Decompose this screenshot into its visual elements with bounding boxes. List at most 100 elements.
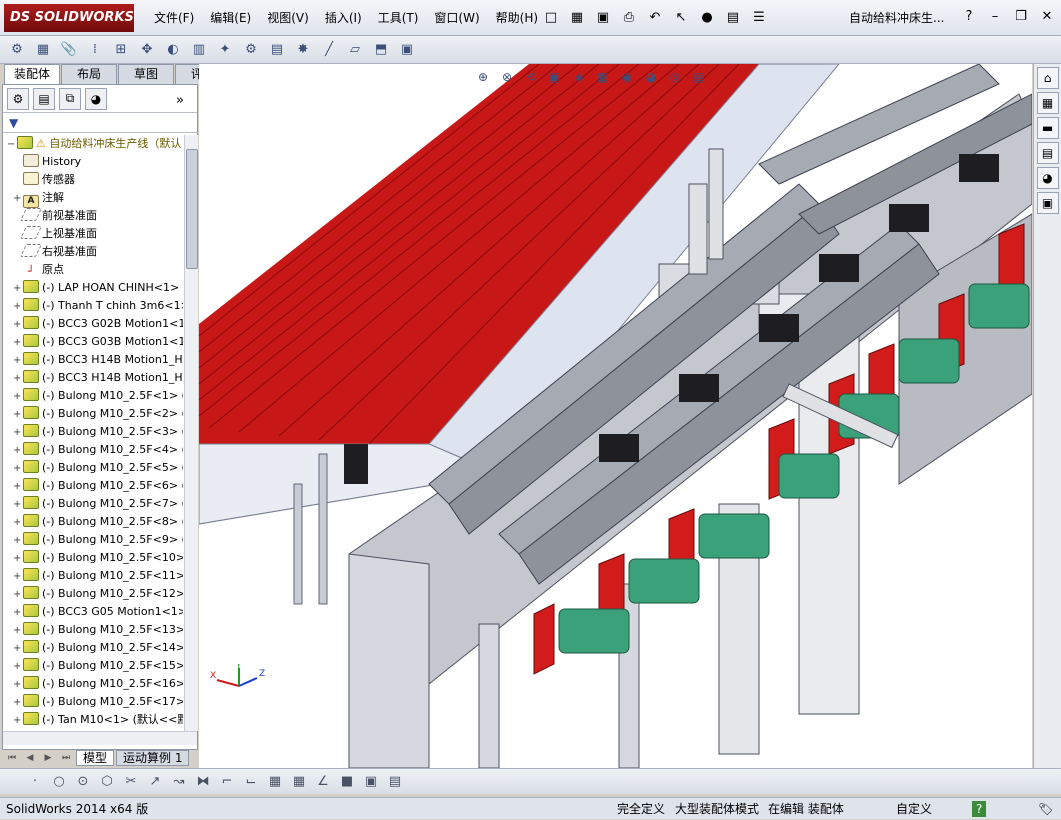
- tree-item[interactable]: ┘ 原点: [3, 261, 183, 279]
- exploded-view-icon[interactable]: ✸: [292, 39, 314, 61]
- expand-icon[interactable]: +: [13, 694, 23, 712]
- menu-help[interactable]: 帮助(H): [488, 0, 546, 36]
- expand-icon[interactable]: +: [13, 550, 23, 568]
- expand-icon[interactable]: +: [13, 532, 23, 550]
- tree-item[interactable]: + (-) BCC3 G02B Motion1<1> (: [3, 315, 183, 333]
- mate-icon[interactable]: 📎: [58, 39, 80, 61]
- explode-line-sketch-icon[interactable]: ╱: [318, 39, 340, 61]
- menu-window[interactable]: 窗口(W): [426, 0, 487, 36]
- fillet-icon[interactable]: ⌐: [218, 773, 236, 791]
- linear-pattern-icon[interactable]: ⁞: [84, 39, 106, 61]
- tab-assembly[interactable]: 装配体: [4, 64, 60, 84]
- tree-item[interactable]: + (-) Thanh T chinh 3m6<1> (默: [3, 297, 183, 315]
- cube-view-icon[interactable]: ■: [338, 773, 356, 791]
- first-tab-icon[interactable]: ⏮: [4, 751, 20, 765]
- configuration-manager-icon[interactable]: ⧉: [59, 87, 81, 110]
- display-style-icon[interactable]: ▦: [594, 68, 612, 86]
- table-icon[interactable]: ▤: [386, 773, 404, 791]
- feature-tree-icon[interactable]: ⚙: [7, 87, 29, 110]
- expand-icon[interactable]: +: [13, 658, 23, 676]
- tree-item[interactable]: + (-) Bulong M10_2.5F<6> (默: [3, 477, 183, 495]
- tree-item[interactable]: + (-) Bulong M10_2.5F<17> (默: [3, 693, 183, 711]
- mirror-icon[interactable]: ⧓: [194, 773, 212, 791]
- tree-vertical-scrollbar[interactable]: [184, 135, 198, 731]
- view-orientation-icon[interactable]: ◈: [570, 68, 588, 86]
- file-explorer-icon[interactable]: ▬: [1036, 117, 1059, 139]
- graphics-viewport[interactable]: ⊕ ⊗ ⟲ ▣ ◈ ▦ ◉ ◕ ◎ ▤ X Y Z: [199, 64, 1032, 768]
- tree-item[interactable]: + (-) LAP HOAN CHINH<1> (默: [3, 279, 183, 297]
- apply-scene-icon[interactable]: ◎: [666, 68, 684, 86]
- undo-icon[interactable]: ↶: [644, 6, 666, 28]
- select-pointer-icon[interactable]: ↖: [670, 6, 692, 28]
- appearances-icon[interactable]: ◕: [1036, 167, 1059, 189]
- tree-item[interactable]: + (-) Bulong M10_2.5F<10> (默: [3, 549, 183, 567]
- expand-icon[interactable]: +: [13, 496, 23, 514]
- polygon-icon[interactable]: ⬡: [98, 773, 116, 791]
- tab-layout[interactable]: 布局: [61, 64, 117, 84]
- expand-icon[interactable]: +: [13, 460, 23, 478]
- zoom-to-fit-icon[interactable]: ⊕: [474, 68, 492, 86]
- tree-item[interactable]: + (-) Bulong M10_2.5F<15> (默: [3, 657, 183, 675]
- filter-icon[interactable]: ▼: [9, 116, 18, 130]
- tree-item[interactable]: + (-) Bulong M10_2.5F<13> (默: [3, 621, 183, 639]
- insert-components-icon[interactable]: ▦: [32, 39, 54, 61]
- next-tab-icon[interactable]: ▶: [40, 751, 56, 765]
- tree-filter[interactable]: ▼: [3, 113, 197, 133]
- status-tag-icon[interactable]: 🏷: [1038, 798, 1053, 820]
- open-folder-icon[interactable]: ▦: [566, 6, 588, 28]
- tree-item[interactable]: + (-) Tan M10<1> (默认<<默: [3, 711, 183, 729]
- restore-icon[interactable]: ❐: [1011, 6, 1031, 26]
- tree-item[interactable]: + A 注解: [3, 189, 183, 208]
- tree-item[interactable]: 上视基准面: [3, 225, 183, 243]
- trim-icon[interactable]: ✂: [122, 773, 140, 791]
- view-palette-icon[interactable]: ▤: [1036, 142, 1059, 164]
- close-icon[interactable]: ✕: [1037, 6, 1057, 26]
- move-component-icon[interactable]: ✥: [136, 39, 158, 61]
- expand-icon[interactable]: +: [13, 604, 23, 622]
- extend-icon[interactable]: ↗: [146, 773, 164, 791]
- grid-icon[interactable]: ▦: [290, 773, 308, 791]
- tree-item[interactable]: + (-) Bulong M10_2.5F<2> (默: [3, 405, 183, 423]
- shaded-view-icon[interactable]: ▣: [362, 773, 380, 791]
- tree-item[interactable]: 传感器: [3, 171, 183, 189]
- show-hidden-icon[interactable]: ◐: [162, 39, 184, 61]
- expand-icon[interactable]: +: [13, 352, 23, 370]
- expand-icon[interactable]: +: [13, 334, 23, 352]
- menu-view[interactable]: 视图(V): [259, 0, 317, 36]
- tree-horizontal-scrollbar[interactable]: [3, 731, 197, 745]
- tree-item[interactable]: + (-) Bulong M10_2.5F<9> (默: [3, 531, 183, 549]
- tree-item[interactable]: History: [3, 153, 183, 171]
- tree-item[interactable]: 前视基准面: [3, 207, 183, 225]
- minimize-icon[interactable]: –: [985, 6, 1005, 26]
- expand-icon[interactable]: +: [13, 568, 23, 586]
- menu-tools[interactable]: 工具(T): [370, 0, 427, 36]
- solidworks-logo[interactable]: DS SOLIDWORKS: [4, 4, 134, 32]
- tree-item[interactable]: 右视基准面: [3, 243, 183, 261]
- reference-geometry-icon[interactable]: ✦: [214, 39, 236, 61]
- expand-icon[interactable]: +: [13, 478, 23, 496]
- print-icon[interactable]: ⎙: [618, 6, 640, 28]
- new-document-icon[interactable]: □: [540, 6, 562, 28]
- expand-icon[interactable]: +: [13, 388, 23, 406]
- tree-item[interactable]: + (-) Bulong M10_2.5F<8> (默: [3, 513, 183, 531]
- new-motion-study-icon[interactable]: ⚙: [240, 39, 262, 61]
- status-help-icon[interactable]: ?: [972, 801, 987, 817]
- smart-fasteners-icon[interactable]: ⊞: [110, 39, 132, 61]
- expand-icon[interactable]: +: [13, 190, 23, 208]
- tree-item[interactable]: + (-) Bulong M10_2.5F<7> (默: [3, 495, 183, 513]
- expand-icon[interactable]: +: [13, 298, 23, 316]
- assembly-model[interactable]: [199, 64, 1032, 768]
- expand-icon[interactable]: +: [13, 622, 23, 640]
- tree-root[interactable]: − ⚠ 自动给料冲床生产线（默认: [3, 135, 183, 153]
- hide-show-items-icon[interactable]: ◉: [618, 68, 636, 86]
- expand-icon[interactable]: +: [13, 514, 23, 532]
- instant3d-icon[interactable]: ▱: [344, 39, 366, 61]
- display-manager-icon[interactable]: ◕: [85, 87, 107, 110]
- expand-icon[interactable]: +: [13, 370, 23, 388]
- tab-motion-study[interactable]: 运动算例 1: [116, 750, 190, 766]
- update-speedpak-icon[interactable]: ⬒: [370, 39, 392, 61]
- expand-icon[interactable]: +: [13, 406, 23, 424]
- design-library-icon[interactable]: ▦: [1036, 92, 1059, 114]
- last-tab-icon[interactable]: ⏭: [58, 751, 74, 765]
- tree-item[interactable]: + (-) BCC3 H14B Motion1_HI<1: [3, 351, 183, 369]
